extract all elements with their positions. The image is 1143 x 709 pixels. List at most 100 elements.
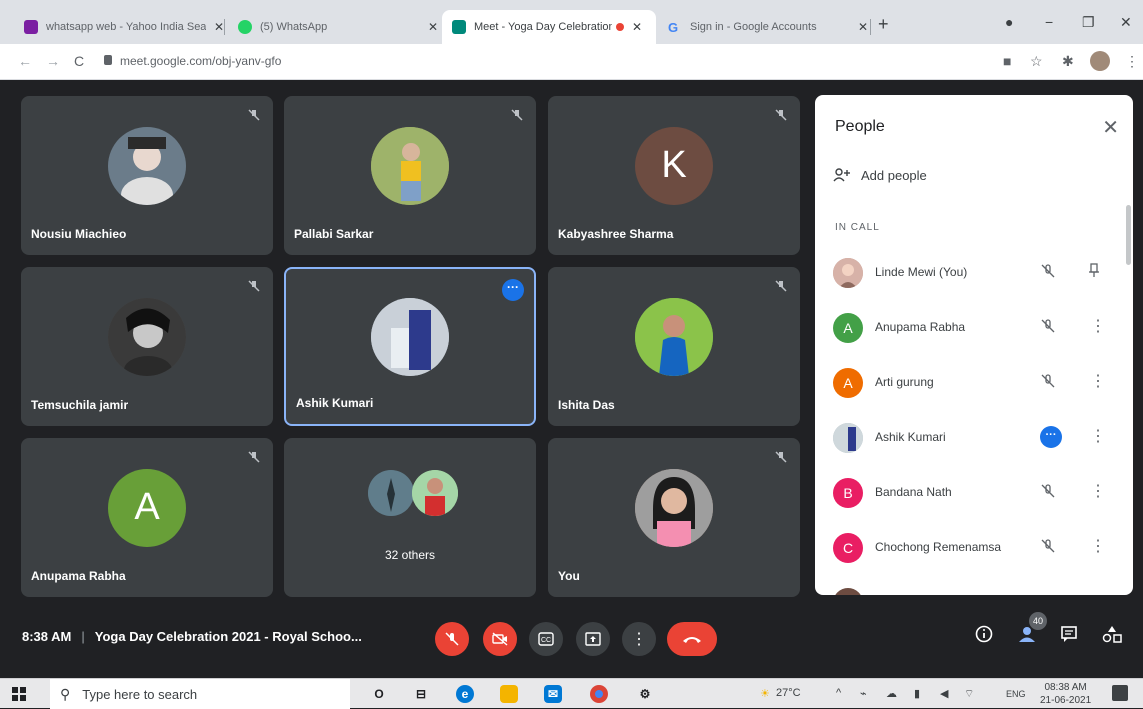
forward-icon[interactable]: →	[46, 53, 60, 69]
wifi-icon[interactable]: ⌔	[964, 687, 974, 701]
settings-icon[interactable]: ⚙	[636, 685, 654, 703]
bookmark-star-icon[interactable]: ☆	[1030, 53, 1043, 70]
window-close-icon[interactable]: ✕	[1120, 14, 1132, 31]
person-name: Bandana Nath	[875, 485, 952, 499]
tab-title: (5) WhatsApp	[260, 21, 328, 33]
people-list-item[interactable]	[815, 576, 1125, 595]
captions-button[interactable]: CC	[529, 622, 563, 656]
others-tile[interactable]: 32 others	[284, 438, 536, 597]
meeting-details-button[interactable]	[975, 625, 993, 648]
activities-button[interactable]	[1102, 625, 1122, 648]
tab-close-icon[interactable]: ✕	[858, 20, 868, 34]
mic-toggle-button[interactable]	[435, 622, 469, 656]
people-list-item[interactable]: B Bandana Nath ⋮	[815, 466, 1125, 521]
cortana-icon[interactable]: O	[370, 685, 388, 703]
weather-temp[interactable]: 27°C	[776, 687, 801, 699]
mail-icon[interactable]: ✉	[544, 685, 562, 703]
camera-toggle-button[interactable]	[483, 622, 517, 656]
mic-off-icon	[248, 280, 260, 292]
more-vert-icon[interactable]: ⋮	[1090, 481, 1106, 501]
tray-chevron-icon[interactable]: ^	[836, 687, 841, 699]
profile-avatar[interactable]	[1090, 51, 1110, 71]
chrome-icon[interactable]	[590, 685, 608, 703]
people-list-item[interactable]: A Anupama Rabha ⋮	[815, 301, 1125, 356]
tab-yahoo-search[interactable]: whatsapp web - Yahoo India Sea ✕	[14, 10, 234, 44]
maximize-icon[interactable]: ❐	[1082, 14, 1095, 31]
task-view-icon[interactable]: ⊟	[412, 685, 430, 703]
camera-off-icon	[492, 632, 508, 646]
mic-off-icon	[775, 451, 787, 463]
tab-title: whatsapp web - Yahoo India Sea	[46, 21, 206, 33]
mic-off-icon[interactable]	[1040, 263, 1056, 279]
new-tab-icon[interactable]: +	[878, 14, 889, 35]
file-explorer-icon[interactable]	[500, 685, 518, 703]
participant-tile[interactable]: K Kabyashree Sharma	[548, 96, 800, 255]
tab-close-icon[interactable]: ✕	[428, 20, 438, 34]
url-field[interactable]: meet.google.com/obj-yanv-gfo	[120, 54, 281, 68]
people-list-item[interactable]: Ashik Kumari ··· ⋮	[815, 411, 1125, 466]
section-header: IN CALL	[835, 222, 880, 233]
participant-tile-self[interactable]: You	[548, 438, 800, 597]
google-favicon-icon: G	[668, 20, 679, 35]
person-name: Arti gurung	[875, 375, 934, 389]
extensions-icon[interactable]: ✱	[1062, 53, 1074, 70]
present-screen-icon	[585, 632, 601, 646]
people-list-item[interactable]: Linde Mewi (You)	[815, 246, 1125, 301]
participant-tile[interactable]: A Anupama Rabha	[21, 438, 273, 597]
reload-icon[interactable]: C	[74, 53, 84, 69]
onedrive-icon[interactable]: ☁	[886, 687, 897, 700]
more-vert-icon[interactable]: ⋮	[1090, 371, 1106, 391]
mic-off-icon[interactable]	[1040, 483, 1056, 499]
mic-off-icon[interactable]	[1040, 373, 1056, 389]
mic-off-icon[interactable]	[1040, 318, 1056, 334]
back-icon[interactable]: ←	[18, 53, 32, 69]
more-options-icon[interactable]: ···	[502, 279, 524, 301]
present-button[interactable]	[576, 622, 610, 656]
edge-icon[interactable]: e	[456, 685, 474, 703]
add-people-button[interactable]: Add people	[833, 167, 927, 183]
more-vert-icon[interactable]: ⋮	[1090, 426, 1106, 446]
more-vert-icon[interactable]: ⋮	[1090, 536, 1106, 556]
tab-close-icon[interactable]: ✕	[214, 20, 224, 34]
more-options-button[interactable]: ⋮	[622, 622, 656, 656]
mic-off-icon[interactable]	[1040, 538, 1056, 554]
participant-tile[interactable]: Temsuchila jamir	[21, 267, 273, 426]
language-indicator[interactable]: ENG	[1006, 689, 1026, 699]
cast-icon[interactable]: ■	[1003, 53, 1011, 69]
chrome-menu-icon[interactable]: ⋮	[1125, 53, 1139, 70]
network-icon[interactable]: ⌁	[860, 687, 867, 700]
windows-start-icon[interactable]	[12, 687, 26, 701]
participant-tile[interactable]: Nousiu Miachieo	[21, 96, 273, 255]
chat-button[interactable]	[1060, 625, 1078, 648]
tab-close-icon[interactable]: ✕	[632, 20, 642, 34]
panel-scrollbar[interactable]	[1126, 205, 1131, 265]
participant-tile[interactable]: Pallabi Sarkar	[284, 96, 536, 255]
participant-name: Temsuchila jamir	[31, 398, 129, 412]
chrome-extension-icon[interactable]: ●	[1005, 14, 1013, 30]
taskbar-clock[interactable]: 08:38 AM 21-06-2021	[1040, 681, 1091, 707]
people-button[interactable]	[1016, 625, 1038, 648]
participant-tile-active[interactable]: ··· Ashik Kumari	[284, 267, 536, 426]
avatar	[833, 258, 863, 288]
avatar	[833, 423, 863, 453]
battery-icon[interactable]: ▮	[914, 687, 920, 700]
avatar: K	[635, 126, 713, 205]
pin-icon[interactable]	[1087, 262, 1101, 278]
people-list-item[interactable]: C Chochong Remenamsa ⋮	[815, 521, 1125, 576]
minimize-icon[interactable]: −	[1045, 14, 1053, 30]
weather-icon: ☀	[760, 688, 770, 700]
captions-icon: CC	[538, 632, 554, 646]
notification-center-icon[interactable]	[1112, 685, 1128, 701]
person-name: Anupama Rabha	[875, 320, 966, 334]
taskbar-search-box[interactable]: ⚲ Type here to search	[50, 679, 350, 709]
tab-google-signin[interactable]: G Sign in - Google Accounts ✕	[658, 10, 878, 44]
close-icon[interactable]: ✕	[1102, 115, 1119, 140]
participant-tile[interactable]: Ishita Das	[548, 267, 800, 426]
tab-meet-active[interactable]: Meet - Yoga Day Celebration ✕	[442, 10, 656, 44]
more-vert-icon[interactable]: ⋮	[1090, 316, 1106, 336]
avatar	[412, 470, 458, 516]
people-list-item[interactable]: A Arti gurung ⋮	[815, 356, 1125, 411]
volume-icon[interactable]: ◀	[940, 687, 948, 700]
end-call-button[interactable]	[667, 622, 717, 656]
tab-whatsapp[interactable]: (5) WhatsApp ✕	[228, 10, 448, 44]
